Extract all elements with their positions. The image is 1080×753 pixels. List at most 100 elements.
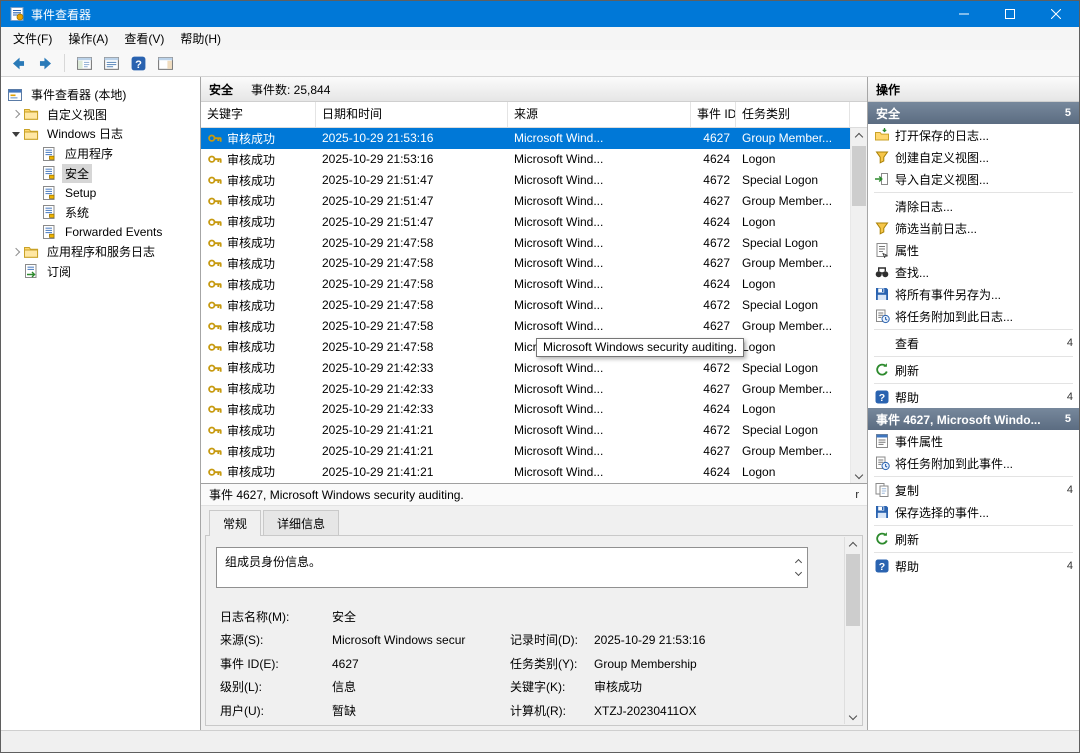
back-icon[interactable]	[7, 52, 29, 74]
action-item[interactable]: 打开保存的日志...	[868, 124, 1079, 146]
action-item[interactable]: 将任务附加到此事件...	[868, 452, 1079, 474]
table-row[interactable]: 审核成功2025-10-29 21:51:47Microsoft Wind...…	[201, 211, 850, 232]
action-item[interactable]: 保存选择的事件...	[868, 501, 1079, 523]
help-icon: ?	[874, 558, 890, 574]
scroll-up-icon[interactable]	[851, 128, 867, 145]
tree-item-root[interactable]: 事件查看器 (本地)	[1, 85, 200, 105]
tree-item[interactable]: Forwarded Events	[1, 222, 200, 242]
menu-file[interactable]: 文件(F)	[5, 27, 60, 50]
flyout-icon: 4	[1067, 391, 1073, 403]
tree-item[interactable]: Setup	[1, 183, 200, 203]
action-item[interactable]: 查看4	[868, 332, 1079, 354]
tree-item-label: Setup	[62, 185, 99, 201]
action-item[interactable]: 事件属性	[868, 430, 1079, 452]
column-header[interactable]: 来源	[508, 102, 691, 127]
collapse-preview-icon[interactable]: r	[855, 489, 859, 501]
table-row[interactable]: 审核成功2025-10-29 21:42:33Microsoft Wind...…	[201, 399, 850, 420]
detail-scroll-up-icon[interactable]	[845, 537, 861, 554]
action-item[interactable]: 将任务附加到此日志...	[868, 305, 1079, 327]
menu-help[interactable]: 帮助(H)	[172, 27, 229, 50]
tree-item[interactable]: Windows 日志	[1, 124, 200, 144]
scrollbar-thumb[interactable]	[852, 146, 866, 206]
action-item[interactable]: 清除日志...	[868, 195, 1079, 217]
field-value: 审核成功	[594, 676, 834, 699]
detail-scrollbar-thumb[interactable]	[846, 554, 860, 626]
description-scroll-down-icon[interactable]	[795, 569, 802, 576]
close-button[interactable]	[1033, 1, 1079, 27]
column-header[interactable]: 任务类别	[736, 102, 850, 127]
refresh-icon	[874, 362, 890, 378]
table-row[interactable]: 审核成功2025-10-29 21:47:58Microsoft Wind...…	[201, 274, 850, 295]
detail-scroll-down-icon[interactable]	[845, 707, 861, 724]
show-console-tree-icon[interactable]	[73, 52, 95, 74]
tab-general[interactable]: 常规	[209, 510, 261, 536]
minimize-button[interactable]	[941, 1, 987, 27]
table-row[interactable]: 审核成功2025-10-29 21:41:21Microsoft Wind...…	[201, 420, 850, 441]
scroll-down-icon[interactable]	[851, 466, 867, 483]
source-cell: Microsoft Wind...	[508, 382, 691, 396]
datetime-cell: 2025-10-29 21:53:16	[316, 152, 508, 166]
table-row[interactable]: 审核成功2025-10-29 21:53:16Microsoft Wind...…	[201, 149, 850, 170]
table-row[interactable]: 审核成功2025-10-29 21:51:47Microsoft Wind...…	[201, 191, 850, 212]
action-item[interactable]: 刷新	[868, 528, 1079, 550]
menu-view[interactable]: 查看(V)	[116, 27, 172, 50]
tree-item[interactable]: 订阅	[1, 261, 200, 281]
tree-item[interactable]: 应用程序和服务日志	[1, 242, 200, 262]
action-item[interactable]: 将所有事件另存为...	[868, 283, 1079, 305]
table-row[interactable]: 审核成功2025-10-29 21:53:16Microsoft Wind...…	[201, 128, 850, 149]
action-item[interactable]: 筛选当前日志...	[868, 217, 1079, 239]
table-row[interactable]: 审核成功2025-10-29 21:41:21Microsoft Wind...…	[201, 462, 850, 483]
export-list-icon[interactable]	[100, 52, 122, 74]
list-vertical-scrollbar[interactable]	[850, 128, 867, 483]
column-header[interactable]: 日期和时间	[316, 102, 508, 127]
action-item[interactable]: 属性	[868, 239, 1079, 261]
category-cell: Group Member...	[736, 319, 850, 333]
action-item[interactable]: 复制4	[868, 479, 1079, 501]
detail-vertical-scrollbar[interactable]	[844, 537, 861, 724]
expanded-expander-icon[interactable]	[9, 127, 23, 141]
tree-item[interactable]: 系统	[1, 203, 200, 223]
collapsed-expander-icon[interactable]	[9, 245, 23, 259]
column-header[interactable]: 关键字	[201, 102, 316, 127]
column-header[interactable]: 事件 ID	[691, 102, 736, 127]
tree-item[interactable]: 应用程序	[1, 144, 200, 164]
show-action-pane-icon[interactable]	[154, 52, 176, 74]
field-value: XTZJ-20230411OX	[594, 700, 834, 723]
keyword-text: 审核成功	[227, 234, 275, 251]
action-section-header[interactable]: 安全 5	[868, 102, 1079, 124]
table-row[interactable]: 审核成功2025-10-29 21:47:58Microsoft Wind...…	[201, 316, 850, 337]
category-cell: Special Logon	[736, 423, 850, 437]
table-row[interactable]: 审核成功2025-10-29 21:51:47Microsoft Wind...…	[201, 170, 850, 191]
tab-details[interactable]: 详细信息	[263, 510, 339, 535]
action-item[interactable]: 创建自定义视图...	[868, 146, 1079, 168]
table-row[interactable]: 审核成功2025-10-29 21:42:33Microsoft Wind...…	[201, 357, 850, 378]
log-icon	[41, 146, 57, 162]
menu-action[interactable]: 操作(A)	[60, 27, 116, 50]
table-row[interactable]: 审核成功2025-10-29 21:42:33Microsoft Wind...…	[201, 378, 850, 399]
help-icon[interactable]: ?	[127, 52, 149, 74]
table-row[interactable]: 审核成功2025-10-29 21:47:58Microsoft Wind...…	[201, 295, 850, 316]
forward-icon[interactable]	[34, 52, 56, 74]
action-item[interactable]: ?帮助4	[868, 555, 1079, 577]
collapse-icon[interactable]: 5	[1065, 413, 1071, 425]
action-item[interactable]: ?帮助4	[868, 386, 1079, 408]
event-viewer-window: 事件查看器 文件(F) 操作(A) 查看(V) 帮助(H) ? 事件查看器 (本…	[0, 0, 1080, 753]
collapsed-expander-icon[interactable]	[9, 107, 23, 121]
tree-item[interactable]: 自定义视图	[1, 105, 200, 125]
collapse-icon[interactable]: 5	[1065, 107, 1071, 119]
table-row[interactable]: 审核成功2025-10-29 21:41:21Microsoft Wind...…	[201, 441, 850, 462]
description-scrollbar[interactable]	[791, 549, 806, 586]
action-section-header[interactable]: 事件 4627, Microsoft Windo...5	[868, 408, 1079, 430]
datetime-cell: 2025-10-29 21:47:58	[316, 277, 508, 291]
keyword-text: 审核成功	[227, 380, 275, 397]
action-item[interactable]: 刷新	[868, 359, 1079, 381]
action-item[interactable]: 导入自定义视图...	[868, 168, 1079, 190]
table-row[interactable]: 审核成功2025-10-29 21:47:58Microsoft Wind...…	[201, 253, 850, 274]
description-scroll-up-icon[interactable]	[795, 559, 802, 566]
action-item[interactable]: 查找...	[868, 261, 1079, 283]
tree-item[interactable]: 安全	[1, 163, 200, 183]
table-row[interactable]: 审核成功2025-10-29 21:47:58Microsoft Wind...…	[201, 232, 850, 253]
table-row[interactable]: 审核成功2025-10-29 21:47:58Microsoft Wind...…	[201, 336, 850, 357]
action-section-title: 安全	[876, 105, 1059, 122]
maximize-button[interactable]	[987, 1, 1033, 27]
